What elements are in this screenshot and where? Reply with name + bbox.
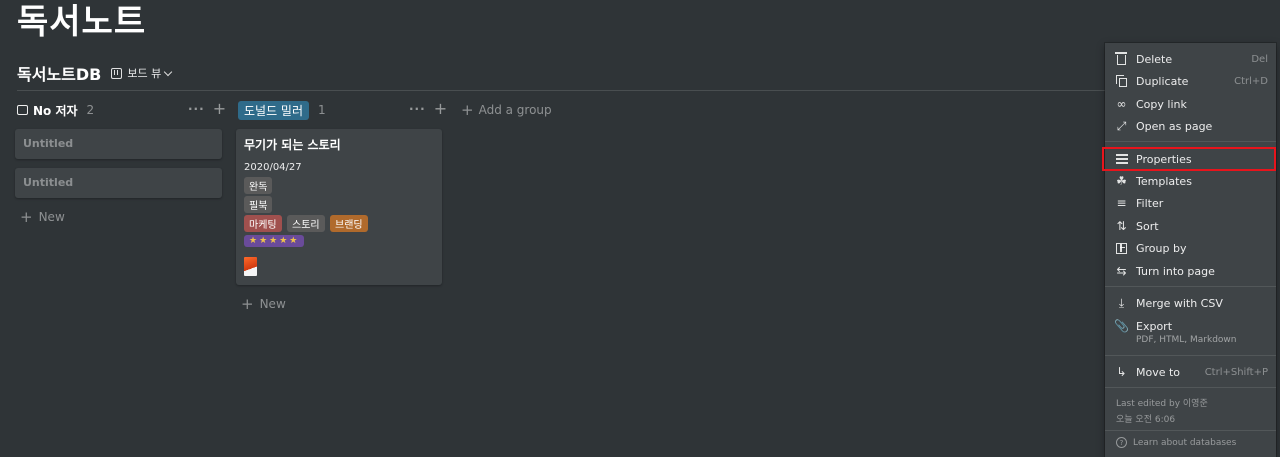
menu-item-templates[interactable]: ☘ Templates (1105, 170, 1276, 192)
add-card-icon[interactable]: + (434, 101, 447, 117)
context-menu: Delete Del Duplicate Ctrl+D ∞ Copy link … (1105, 43, 1276, 457)
book-icon (17, 105, 28, 115)
group-label: No 저자 (33, 103, 78, 118)
board-card[interactable]: Untitled (15, 168, 222, 198)
learn-about-databases-link[interactable]: ? Learn about databases (1116, 437, 1236, 448)
group-label: 도널드 밀러 (238, 100, 310, 120)
sort-icon: ⇅ (1116, 219, 1127, 233)
properties-highlight-box (1102, 147, 1276, 171)
filter-icon: ≡ (1116, 196, 1127, 210)
menu-item-export[interactable]: 📎 Export (1105, 315, 1276, 337)
group-actions: ··· + (409, 101, 447, 117)
group-count: 2 (86, 103, 95, 117)
menu-item-open-as-page[interactable]: ⤢ Open as page (1105, 115, 1276, 137)
database-title[interactable]: 독서노트DB (17, 61, 101, 85)
export-icon: 📎 (1114, 319, 1129, 333)
menu-item-group-by[interactable]: Group by (1105, 237, 1276, 259)
plus-icon: + (20, 208, 33, 226)
link-icon: ∞ (1116, 97, 1127, 111)
templates-icon: ☘ (1116, 174, 1127, 188)
menu-item-sort[interactable]: ⇅ Sort (1105, 215, 1276, 237)
add-group-label: Add a group (478, 103, 552, 117)
new-card-button[interactable]: + New (20, 209, 65, 225)
menu-item-merge-csv[interactable]: ⤓ Merge with CSV (1105, 292, 1276, 314)
duplicate-icon (1115, 74, 1128, 88)
menu-item-duplicate[interactable]: Duplicate Ctrl+D (1105, 70, 1276, 92)
menu-divider (1105, 355, 1276, 356)
divider (17, 90, 1105, 91)
menu-divider (1105, 286, 1276, 287)
group-header-no-author[interactable]: No 저자 2 (17, 101, 94, 119)
merge-icon: ⤓ (1118, 295, 1125, 310)
page-title[interactable]: 독서노트 (17, 0, 146, 44)
menu-item-copy-link[interactable]: ∞ Copy link (1105, 93, 1276, 115)
expand-icon: ⤢ (1116, 118, 1127, 133)
menu-divider (1105, 430, 1276, 431)
more-icon[interactable]: ··· (409, 102, 426, 116)
database-header: 독서노트DB 보드 뷰 (17, 61, 173, 85)
board-view-icon (111, 67, 123, 79)
menu-item-delete[interactable]: Delete Del (1105, 48, 1276, 70)
turn-into-icon: ⇆ (1116, 264, 1127, 278)
menu-divider (1105, 387, 1276, 388)
view-switcher[interactable]: 보드 뷰 (111, 65, 173, 81)
menu-divider (1105, 141, 1276, 142)
status-tag: 완독 (244, 177, 273, 194)
menu-item-filter[interactable]: ≡ Filter (1105, 192, 1276, 214)
group-count: 1 (318, 103, 326, 117)
book-cover-thumbnail (244, 257, 257, 276)
help-icon: ? (1116, 437, 1127, 448)
card-date: 2020/04/27 (244, 162, 302, 173)
board-card[interactable]: 무기가 되는 스토리 2020/04/27 완독 필북 마케팅 스토리 브랜딩 … (236, 129, 442, 285)
card-title: Untitled (23, 176, 74, 189)
topic-tag: 마케팅 (244, 215, 282, 232)
group-icon (1115, 242, 1128, 255)
last-edited-time: 오늘 오전 6:06 (1116, 415, 1176, 425)
chevron-down-icon (163, 67, 173, 76)
plus-icon: + (241, 295, 254, 313)
topic-tag: 스토리 (287, 215, 325, 232)
card-title: 무기가 되는 스토리 (244, 138, 341, 152)
move-icon: ↳ (1116, 365, 1127, 379)
new-card-button[interactable]: + New (241, 296, 286, 312)
menu-item-move-to[interactable]: ↳ Move to Ctrl+Shift+P (1105, 361, 1276, 383)
group-header-donald-miller[interactable]: 도널드 밀러 1 (238, 100, 326, 120)
add-group-button[interactable]: + Add a group (461, 102, 552, 118)
menu-item-turn-into-page[interactable]: ⇆ Turn into page (1105, 260, 1276, 282)
format-tag: 필북 (244, 196, 273, 213)
group-actions: ··· + (188, 101, 226, 117)
plus-icon: + (461, 101, 474, 119)
add-card-icon[interactable]: + (213, 101, 226, 117)
more-icon[interactable]: ··· (188, 102, 205, 116)
new-label: New (259, 297, 286, 311)
card-title: Untitled (23, 137, 74, 150)
new-label: New (38, 210, 65, 224)
trash-icon (1115, 52, 1128, 66)
last-edited-by: Last edited by 이영준 (1116, 399, 1208, 409)
export-formats: PDF, HTML, Markdown (1136, 335, 1237, 345)
topic-tag: 브랜딩 (330, 215, 368, 232)
board-card[interactable]: Untitled (15, 129, 222, 159)
rating-tag: ★★★★★ (244, 235, 305, 247)
view-label: 보드 뷰 (127, 67, 162, 80)
